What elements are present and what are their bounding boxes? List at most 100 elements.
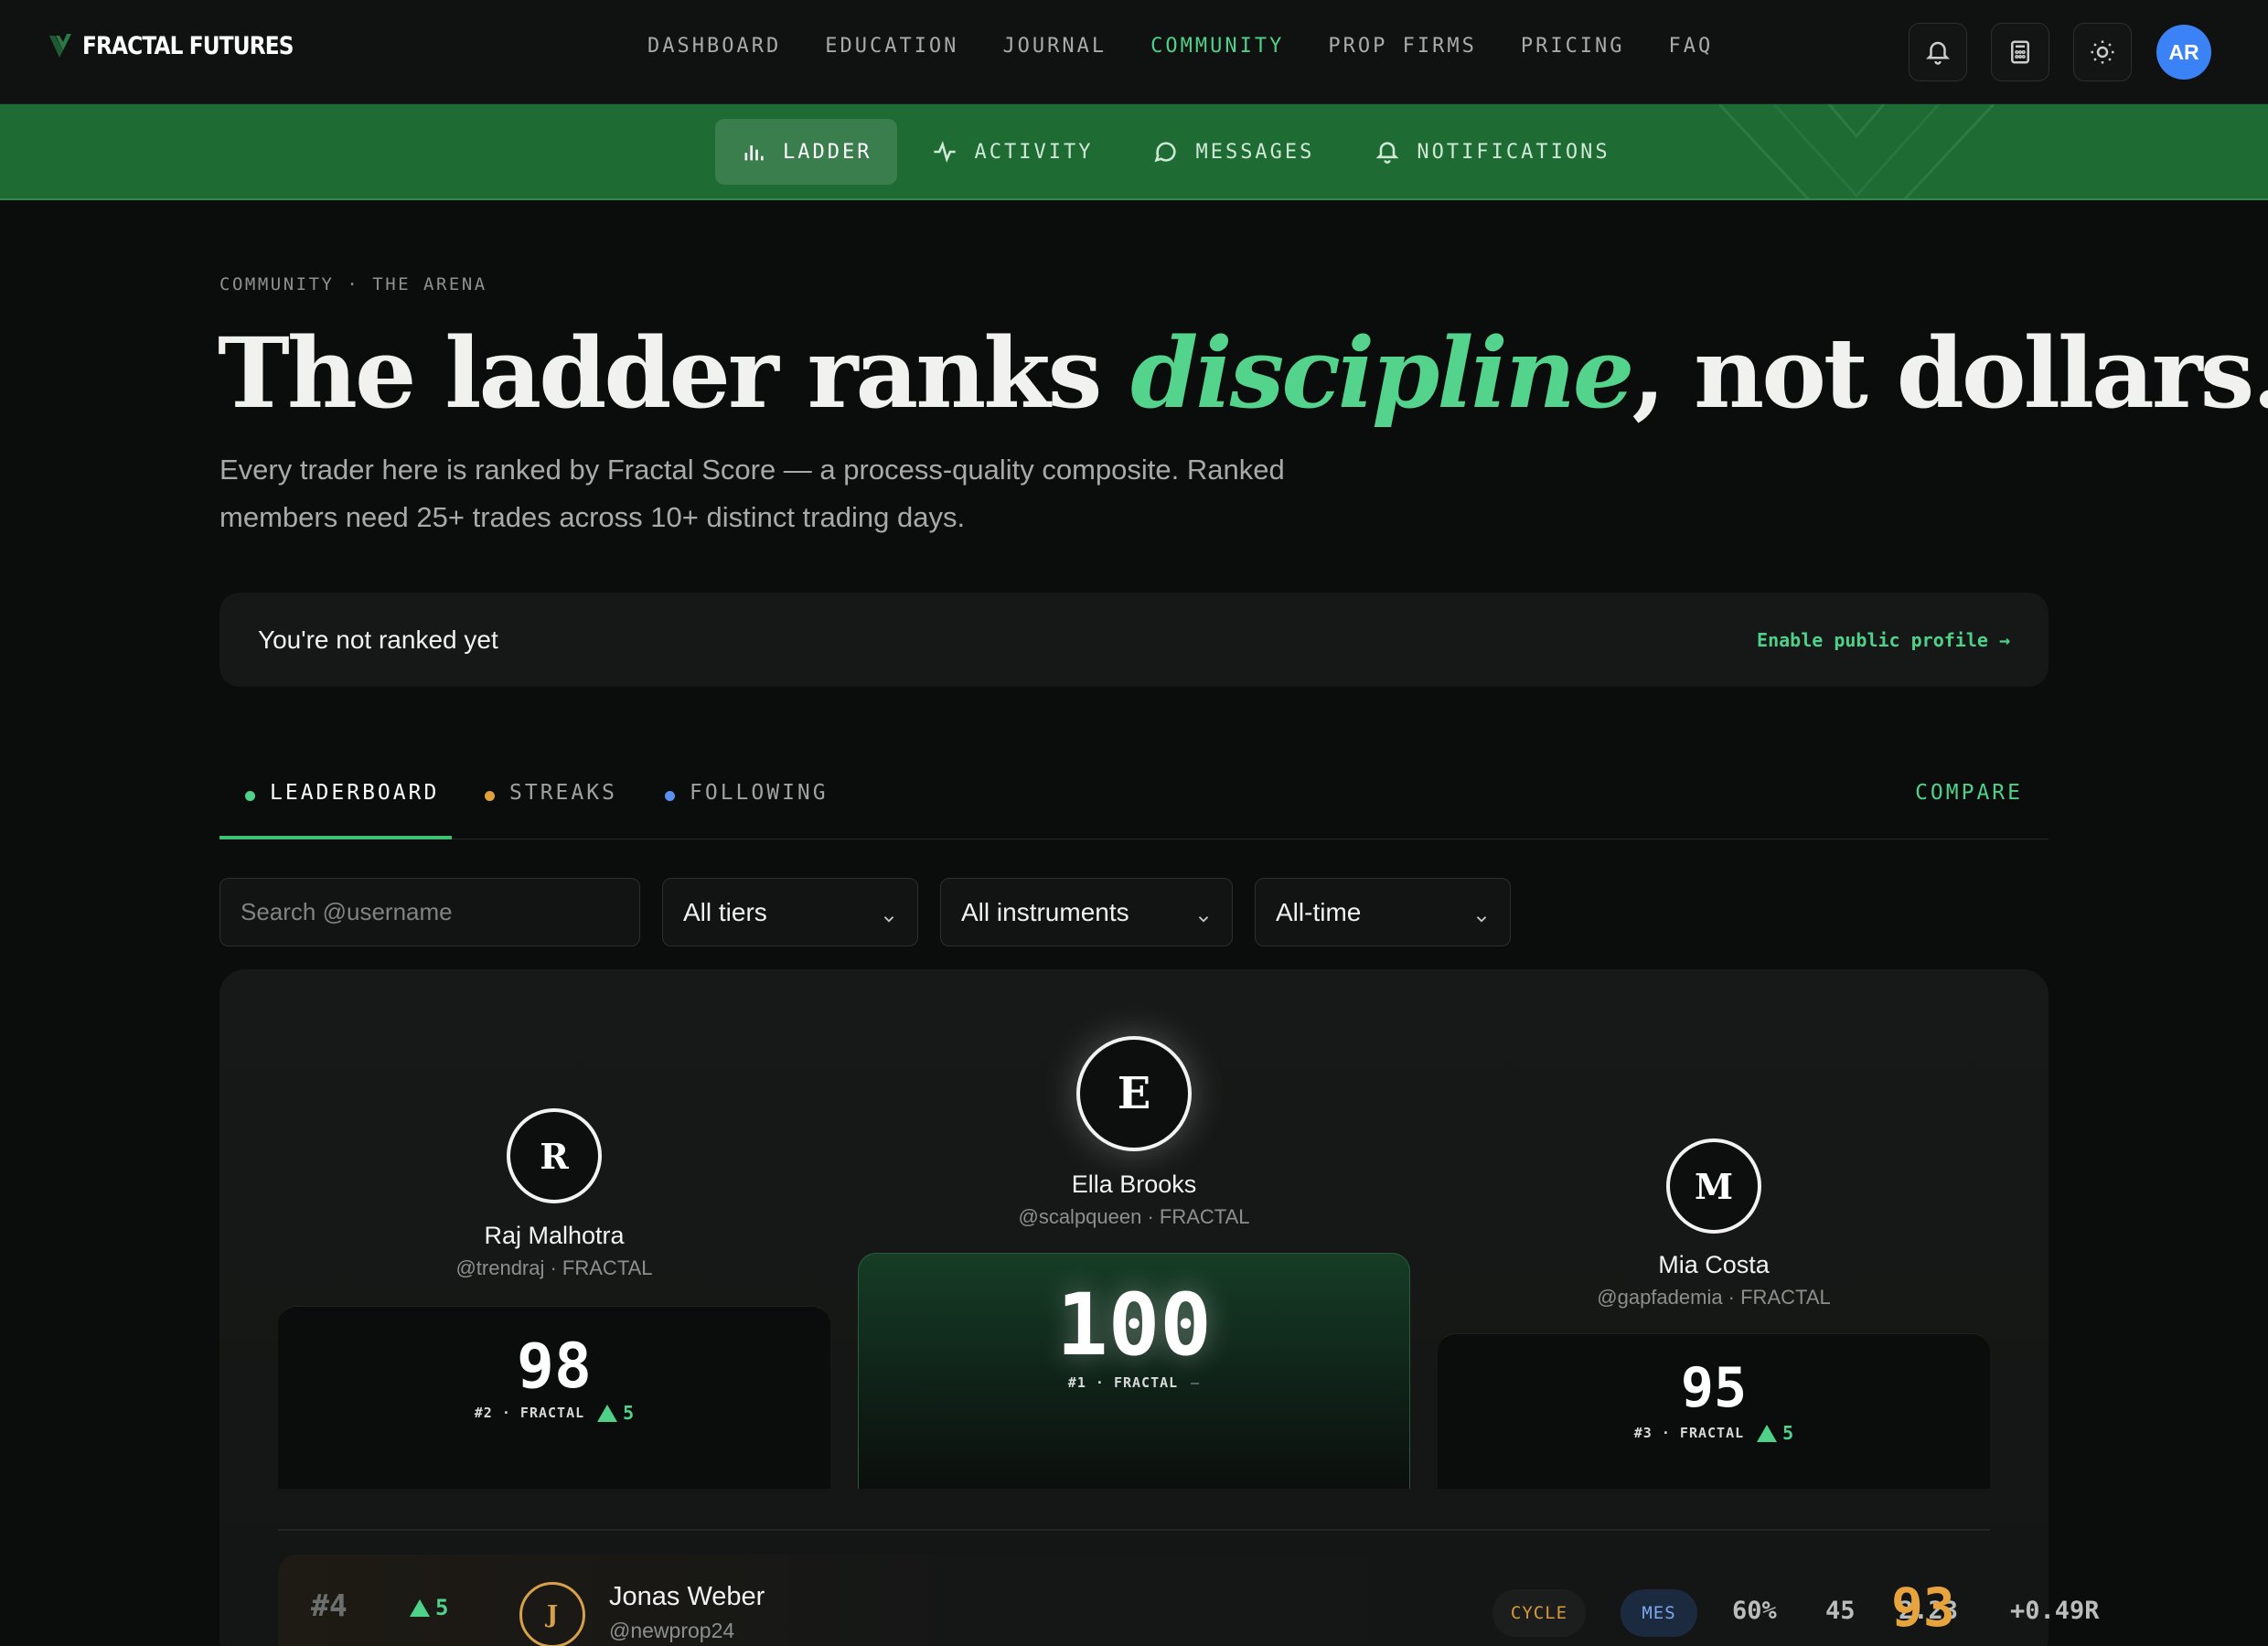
fractal-score: 98: [517, 1331, 592, 1403]
calculator-button[interactable]: [1991, 23, 2049, 81]
chevron-down-icon: [881, 904, 897, 923]
rank-delta-value: —: [1191, 1374, 1201, 1391]
avatar[interactable]: E: [1076, 1036, 1192, 1151]
calculator-icon: [2011, 40, 2029, 64]
tab-messages-label: MESSAGES: [1195, 140, 1315, 164]
user-avatar[interactable]: AR: [2156, 25, 2211, 80]
up-triangle-icon: [1757, 1424, 1778, 1442]
chevron-pattern-decoration: [1719, 104, 1995, 198]
headline-emphasis: discipline: [1130, 315, 1634, 430]
podium-card-second[interactable]: 98 #2 · FRACTAL 5: [278, 1306, 830, 1489]
fractal-score: 93: [1891, 1577, 1955, 1639]
nav-pricing[interactable]: PRICING: [1521, 35, 1625, 58]
win-rate: 60%: [1732, 1597, 1777, 1625]
tab-activity-label: ACTIVITY: [974, 140, 1094, 164]
row-handle: @newprop24: [609, 1619, 735, 1642]
brand-name: FRACTAL FUTURES: [82, 31, 294, 60]
nav-faq[interactable]: FAQ: [1669, 35, 1714, 58]
avatar[interactable]: M: [1666, 1138, 1761, 1234]
nav-journal[interactable]: JOURNAL: [1002, 35, 1107, 58]
pulse-icon: [934, 141, 957, 163]
tab-dot: [245, 791, 255, 801]
podium-meta: #3 · FRACTAL 5: [1438, 1422, 1990, 1444]
fractal-score: 100: [1056, 1276, 1212, 1375]
tab-ladder-label: LADDER: [783, 140, 872, 164]
tab-following-label: FOLLOWING: [690, 781, 829, 805]
nav-community[interactable]: COMMUNITY: [1150, 35, 1284, 58]
compare-button[interactable]: COMPARE: [1915, 781, 2023, 805]
headline-end: , not dollars.: [1631, 315, 2268, 430]
rank-tier-label: #2 · FRACTAL: [474, 1405, 585, 1421]
page-eyebrow: COMMUNITY · THE ARENA: [219, 274, 487, 294]
rank-tier-label: #3 · FRACTAL: [1633, 1425, 1745, 1441]
tab-leaderboard-label: LEADERBOARD: [270, 781, 440, 805]
tab-notifications-label: NOTIFICATIONS: [1417, 140, 1610, 164]
instrument-select-value: All instruments: [961, 897, 1129, 926]
avatar[interactable]: J: [519, 1582, 585, 1646]
bell-icon: [1925, 41, 1951, 65]
trade-count: 45: [1825, 1597, 1856, 1625]
tab-activity[interactable]: ACTIVITY: [906, 119, 1118, 185]
sun-icon: [2091, 40, 2114, 64]
podium-name-third[interactable]: Mia Costa: [1438, 1251, 1990, 1279]
chevron-down-icon: [1195, 904, 1212, 923]
chevron-down-icon: [1473, 904, 1490, 923]
rank-delta-value: 5: [623, 1402, 635, 1424]
row-name[interactable]: Jonas Weber: [609, 1582, 765, 1612]
tab-messages[interactable]: MESSAGES: [1128, 119, 1340, 185]
fractal-v-icon: [49, 34, 71, 58]
nav-education[interactable]: EDUCATION: [825, 35, 958, 58]
up-triangle-icon: [410, 1598, 430, 1617]
tab-following[interactable]: FOLLOWING: [665, 768, 829, 839]
tier-select[interactable]: All tiers: [662, 878, 918, 946]
bell-icon: [1375, 142, 1399, 164]
notifications-button[interactable]: [1909, 23, 1967, 81]
nav-dashboard[interactable]: DASHBOARD: [647, 35, 781, 58]
rank-delta-value: 5: [1782, 1422, 1794, 1444]
theme-toggle-button[interactable]: [2073, 23, 2132, 81]
search-input[interactable]: [241, 898, 619, 926]
rank-delta: 5: [410, 1595, 448, 1620]
main-nav: DASHBOARD EDUCATION JOURNAL COMMUNITY PR…: [647, 35, 1757, 58]
leaderboard-tabs: LEADERBOARD STREAKS FOLLOWING COMPARE: [219, 768, 2049, 839]
tab-ladder[interactable]: LADDER: [715, 119, 898, 185]
table-row[interactable]: #4 5 J Jonas Weber @newprop24 CYCLE MES …: [278, 1555, 2100, 1646]
chat-bubble-icon: [1154, 142, 1177, 163]
instrument-badge: MES: [1621, 1589, 1697, 1637]
enable-public-profile-link[interactable]: Enable public profile →: [1757, 629, 2010, 651]
podium-handle-third: @gapfademia · FRACTAL: [1597, 1286, 1831, 1309]
row-rank: #4: [311, 1587, 348, 1623]
podium-handle-first: @scalpqueen · FRACTAL: [1018, 1205, 1250, 1228]
search-field[interactable]: [219, 878, 640, 946]
fractal-score: 95: [1680, 1356, 1748, 1420]
leaderboard-panel: R Raj Malhotra @trendraj · FRACTAL 98 #2…: [219, 969, 2100, 1646]
tier-select-value: All tiers: [683, 897, 767, 926]
rank-delta-value: 5: [435, 1595, 449, 1620]
podium-meta: #1 · FRACTAL —: [859, 1374, 1409, 1391]
podium-card-first[interactable]: 100 #1 · FRACTAL —: [858, 1253, 1410, 1489]
instrument-select[interactable]: All instruments: [940, 878, 1233, 946]
tab-dot: [485, 791, 495, 801]
avatar[interactable]: R: [507, 1108, 602, 1203]
style-tag-badge: CYCLE: [1492, 1589, 1586, 1637]
podium-card-third[interactable]: 95 #3 · FRACTAL 5: [1438, 1333, 1990, 1489]
expectancy: +0.49R: [2010, 1597, 2100, 1625]
page-title: The ladder ranks discipline, not dollars…: [218, 315, 2268, 430]
rank-tier-label: #1 · FRACTAL: [1067, 1374, 1179, 1391]
brand[interactable]: FRACTAL FUTURES: [48, 27, 327, 64]
period-select[interactable]: All-time: [1255, 878, 1511, 946]
page-description: Every trader here is ranked by Fractal S…: [219, 454, 1285, 533]
rank-delta: 5: [1757, 1422, 1793, 1444]
podium-name-first[interactable]: Ella Brooks: [858, 1170, 1410, 1199]
nav-prop-firms[interactable]: PROP FIRMS: [1328, 35, 1476, 58]
tab-notifications[interactable]: NOTIFICATIONS: [1349, 119, 1635, 185]
podium-name-second[interactable]: Raj Malhotra: [278, 1222, 830, 1250]
top-bar: FRACTAL FUTURES DASHBOARD EDUCATION JOUR…: [0, 0, 2268, 104]
headline-start: The ladder ranks: [218, 315, 1131, 430]
tab-streaks-label: STREAKS: [509, 781, 617, 805]
bar-chart-icon: [744, 145, 764, 161]
tab-streaks[interactable]: STREAKS: [485, 768, 617, 839]
podium-handle-second: @trendraj · FRACTAL: [455, 1256, 653, 1279]
tab-leaderboard[interactable]: LEADERBOARD: [219, 768, 452, 839]
subnav-tabs: LADDER ACTIVITY MESSAGES NOTIFICATIONS: [715, 119, 1636, 185]
